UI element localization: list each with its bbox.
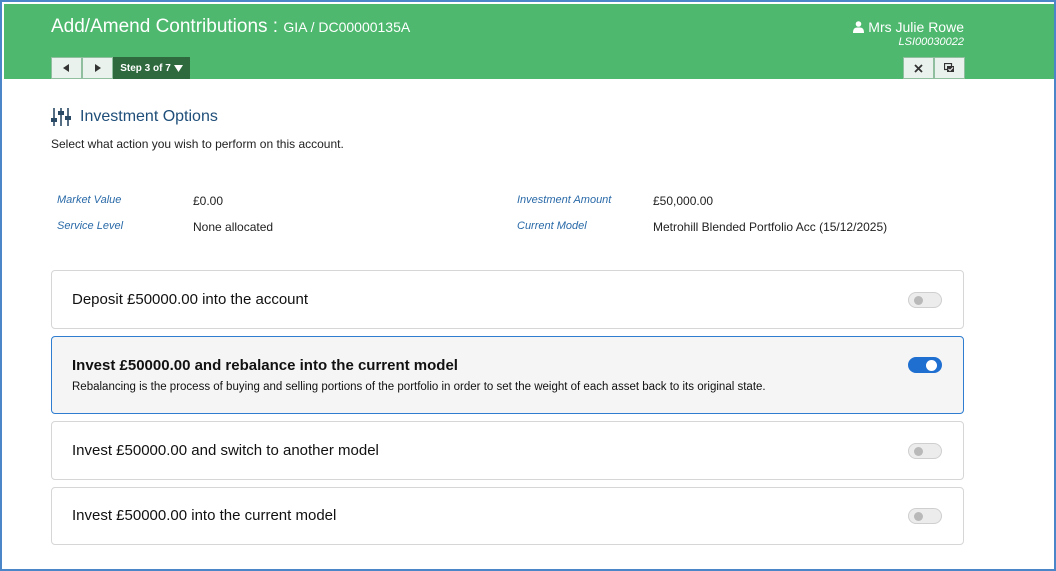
page-title: Add/Amend Contributions : GIA / DC000001… — [51, 16, 410, 38]
next-step-button[interactable] — [82, 57, 113, 79]
current-model: Metrohill Blended Portfolio Acc (15/12/2… — [653, 220, 888, 234]
option-title: Invest £50000.00 into the current model — [72, 507, 337, 524]
save-button[interactable] — [934, 57, 965, 79]
previous-step-button[interactable] — [51, 57, 82, 79]
option-toggle-switch-model[interactable] — [908, 443, 942, 459]
instruction-text: Select what action you wish to perform o… — [51, 137, 344, 151]
page-header: Add/Amend Contributions : GIA / DC000001… — [4, 4, 1054, 79]
close-icon — [914, 63, 923, 73]
service-level-label: Service Level — [57, 220, 124, 232]
step-dropdown[interactable]: Step 3 of 7 — [113, 57, 190, 79]
page-title-text: Add/Amend Contributions : — [51, 16, 284, 37]
account-reference: GIA / DC00000135A — [283, 19, 411, 35]
user-icon — [853, 21, 865, 33]
service-level: None allocated — [193, 220, 274, 234]
sliders-icon — [51, 108, 71, 126]
investment-amount-label: Investment Amount — [517, 194, 612, 206]
close-button[interactable] — [903, 57, 934, 79]
caret-down-icon — [173, 65, 183, 72]
current-model-label: Current Model — [517, 220, 587, 232]
toggle-knob — [914, 296, 923, 305]
option-card-deposit[interactable]: Deposit £50000.00 into the account — [51, 270, 964, 329]
app-window: Add/Amend Contributions : GIA / DC000001… — [0, 0, 1056, 571]
option-card-current-model[interactable]: Invest £50000.00 into the current model — [51, 487, 964, 545]
triangle-right-icon — [95, 64, 101, 72]
user-name-text: Mrs Julie Rowe — [868, 19, 964, 35]
option-toggle-current-model[interactable] — [908, 508, 942, 524]
market-value-label: Market Value — [57, 194, 122, 206]
option-toggle-rebalance[interactable] — [908, 357, 942, 373]
user-name: Mrs Julie Rowe — [853, 19, 964, 35]
user-id: LSI00030022 — [898, 36, 964, 48]
toggle-knob — [926, 360, 937, 371]
section-title: Investment Options — [80, 108, 218, 125]
toggle-knob — [914, 447, 923, 456]
option-title: Invest £50000.00 and switch to another m… — [72, 442, 379, 459]
investment-amount: £50,000.00 — [653, 194, 714, 208]
option-toggle-deposit[interactable] — [908, 292, 942, 308]
option-title: Invest £50000.00 and rebalance into the … — [72, 357, 458, 374]
option-title: Deposit £50000.00 into the account — [72, 291, 309, 308]
option-card-switch-model[interactable]: Invest £50000.00 and switch to another m… — [51, 421, 964, 480]
save-icon — [944, 63, 954, 72]
step-label: Step 3 of 7 — [120, 62, 171, 74]
market-value: £0.00 — [193, 194, 224, 208]
toggle-knob — [914, 512, 923, 521]
triangle-left-icon — [63, 64, 69, 72]
option-card-rebalance[interactable]: Invest £50000.00 and rebalance into the … — [51, 336, 964, 414]
option-description: Rebalancing is the process of buying and… — [72, 381, 766, 393]
